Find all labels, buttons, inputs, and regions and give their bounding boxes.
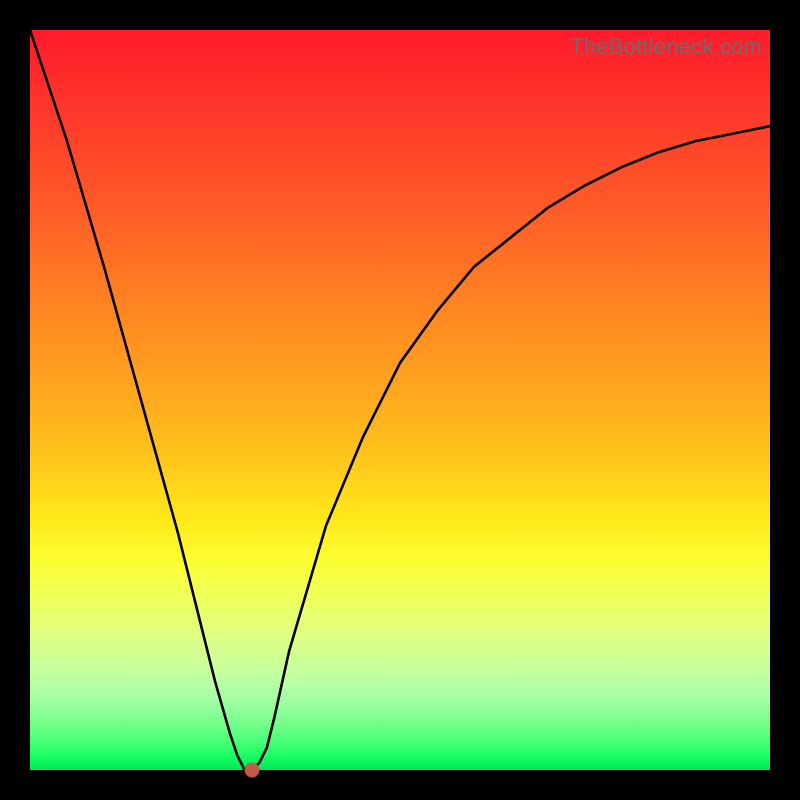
optimum-marker <box>245 763 260 778</box>
plot-area: TheBottleneck.com <box>30 30 770 770</box>
bottleneck-curve <box>30 30 770 770</box>
chart-frame: TheBottleneck.com <box>0 0 800 800</box>
curve-path <box>30 30 770 770</box>
